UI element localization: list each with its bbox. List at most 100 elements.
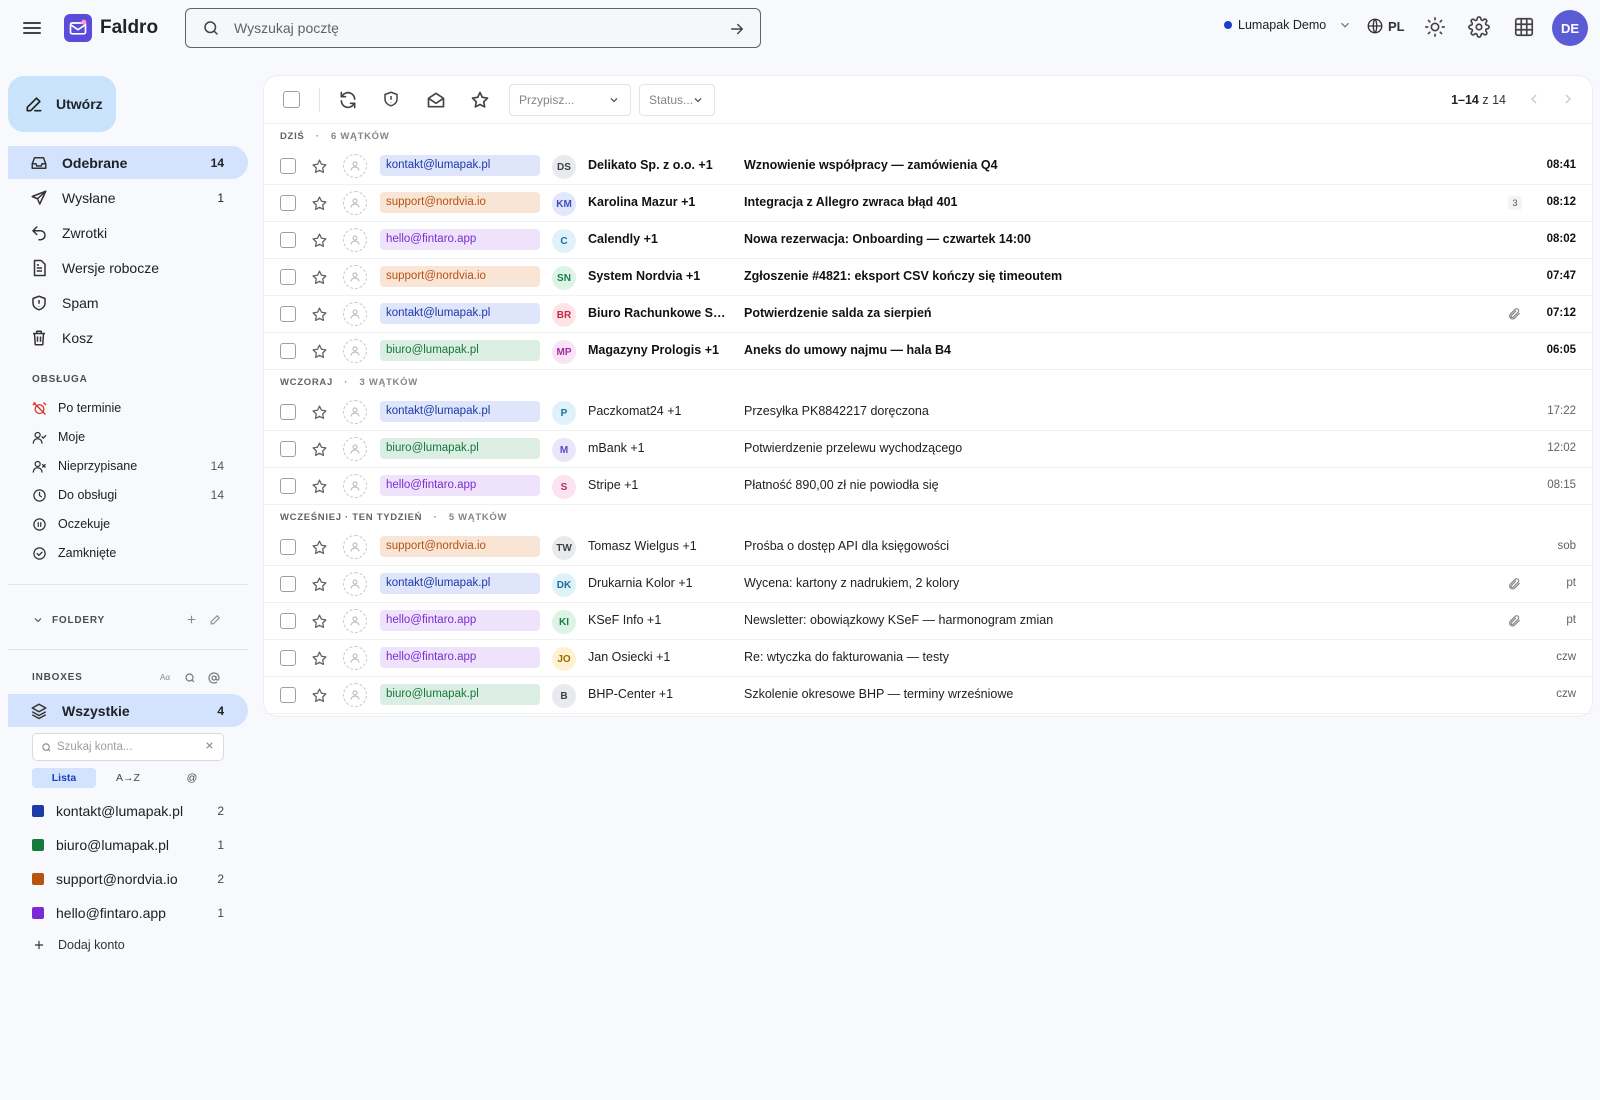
- row-checkbox[interactable]: [280, 441, 296, 457]
- service-item-closed[interactable]: Zamknięte: [8, 539, 248, 567]
- spam-shield-icon[interactable]: [382, 90, 402, 110]
- assign-user-icon[interactable]: [343, 154, 367, 178]
- nav-item-trash[interactable]: Kosz: [8, 321, 248, 354]
- message-row[interactable]: kontakt@lumapak.pl BR Biuro Rachunkowe Sal…: [264, 296, 1592, 333]
- row-checkbox[interactable]: [280, 687, 296, 703]
- assign-user-icon[interactable]: [343, 265, 367, 289]
- select-all-checkbox[interactable]: [283, 91, 300, 108]
- row-checkbox[interactable]: [280, 539, 296, 555]
- star-icon[interactable]: [311, 478, 328, 495]
- star-icon[interactable]: [311, 269, 328, 286]
- row-checkbox[interactable]: [280, 576, 296, 592]
- row-checkbox[interactable]: [280, 306, 296, 322]
- sort-text-icon[interactable]: Aα: [160, 673, 170, 682]
- message-row[interactable]: hello@fintaro.app C Calendly +1 Nowa rezerw…: [264, 222, 1592, 259]
- star-icon[interactable]: [311, 404, 328, 421]
- star-icon[interactable]: [311, 650, 328, 667]
- clear-icon[interactable]: [204, 740, 215, 751]
- search-bar[interactable]: [185, 8, 761, 48]
- add-folder-icon[interactable]: [185, 613, 198, 626]
- row-checkbox[interactable]: [280, 613, 296, 629]
- service-item-todo[interactable]: Do obsługi 14: [8, 481, 248, 509]
- star-icon[interactable]: [311, 613, 328, 630]
- theme-sun-icon[interactable]: [1424, 16, 1448, 40]
- message-row[interactable]: biuro@lumapak.pl B BHP-Center +1 Szkolenie …: [264, 677, 1592, 714]
- arrow-right-icon[interactable]: [728, 20, 746, 38]
- nav-item-spam[interactable]: Spam: [8, 286, 248, 319]
- row-checkbox[interactable]: [280, 158, 296, 174]
- message-row[interactable]: hello@fintaro.app JO Jan Osiecki +1 Re: wty…: [264, 640, 1592, 677]
- assign-user-icon[interactable]: [343, 228, 367, 252]
- assign-user-icon[interactable]: [343, 646, 367, 670]
- next-page-icon[interactable]: [1560, 91, 1576, 107]
- message-row[interactable]: kontakt@lumapak.pl DK Drukarnia Kolor +1 Wy…: [264, 566, 1592, 603]
- search-inbox-icon[interactable]: [184, 672, 196, 684]
- status-select[interactable]: Status...: [639, 84, 715, 116]
- star-icon[interactable]: [311, 306, 328, 323]
- message-row[interactable]: hello@fintaro.app KI KSeF Info +1 Newslette…: [264, 603, 1592, 640]
- inbox-all[interactable]: Wszystkie 4: [8, 694, 248, 727]
- nav-item-drafts[interactable]: Wersje robocze: [8, 251, 248, 284]
- nav-item-bounces[interactable]: Zwrotki: [8, 216, 248, 249]
- edit-folders-icon[interactable]: [209, 613, 222, 626]
- assign-user-icon[interactable]: [343, 572, 367, 596]
- account-item[interactable]: biuro@lumapak.pl 1: [32, 834, 224, 856]
- star-icon[interactable]: [470, 90, 490, 110]
- account-search-field[interactable]: Szukaj konta...: [32, 733, 224, 761]
- assign-user-icon[interactable]: [343, 474, 367, 498]
- star-icon[interactable]: [311, 576, 328, 593]
- account-item[interactable]: kontakt@lumapak.pl 2: [32, 800, 224, 822]
- compose-button[interactable]: Utwórz: [8, 76, 116, 132]
- star-icon[interactable]: [311, 441, 328, 458]
- message-row[interactable]: support@nordvia.io SN System Nordvia +1 Zgł…: [264, 259, 1592, 296]
- star-icon[interactable]: [311, 687, 328, 704]
- service-item-pending[interactable]: Oczekuje: [8, 510, 248, 538]
- account-item[interactable]: hello@fintaro.app 1: [32, 902, 224, 924]
- assign-user-icon[interactable]: [343, 683, 367, 707]
- search-input[interactable]: [234, 20, 714, 36]
- row-checkbox[interactable]: [280, 650, 296, 666]
- row-checkbox[interactable]: [280, 404, 296, 420]
- row-checkbox[interactable]: [280, 478, 296, 494]
- assign-user-icon[interactable]: [343, 437, 367, 461]
- assign-user-icon[interactable]: [343, 535, 367, 559]
- service-item-mine[interactable]: Moje: [8, 423, 248, 451]
- message-row[interactable]: biuro@lumapak.pl MP Magazyny Prologis +1 An…: [264, 333, 1592, 370]
- mark-read-envelope-icon[interactable]: [426, 90, 446, 110]
- star-icon[interactable]: [311, 195, 328, 212]
- row-checkbox[interactable]: [280, 269, 296, 285]
- message-row[interactable]: support@nordvia.io TW Tomasz Wielgus +1 Pro…: [264, 529, 1592, 566]
- message-row[interactable]: hello@fintaro.app S Stripe +1 Płatność 890,…: [264, 468, 1592, 505]
- star-icon[interactable]: [311, 343, 328, 360]
- row-checkbox[interactable]: [280, 195, 296, 211]
- service-item-unassigned[interactable]: Nieprzypisane 14: [8, 452, 248, 480]
- language-switcher[interactable]: PL: [1366, 17, 1405, 35]
- nav-item-sent[interactable]: Wysłane 1: [8, 181, 248, 214]
- assign-user-icon[interactable]: [343, 609, 367, 633]
- view-chip-az[interactable]: A→Z: [96, 768, 160, 788]
- at-sign-icon[interactable]: [208, 672, 220, 684]
- refresh-icon[interactable]: [338, 90, 358, 110]
- menu-icon[interactable]: [20, 16, 44, 40]
- user-avatar[interactable]: DE: [1552, 10, 1588, 46]
- view-chip-email[interactable]: @: [160, 768, 224, 788]
- message-row[interactable]: kontakt@lumapak.pl DS Delikato Sp. z o.o. …: [264, 148, 1592, 185]
- assign-user-icon[interactable]: [343, 400, 367, 424]
- apps-grid-icon[interactable]: [1513, 16, 1537, 40]
- assign-select[interactable]: Przypisz...: [509, 84, 631, 116]
- assign-user-icon[interactable]: [343, 339, 367, 363]
- service-item-overdue[interactable]: Po terminie: [8, 394, 248, 422]
- assign-user-icon[interactable]: [343, 191, 367, 215]
- row-checkbox[interactable]: [280, 343, 296, 359]
- star-icon[interactable]: [311, 232, 328, 249]
- message-row[interactable]: kontakt@lumapak.pl P Paczkomat24 +1 Przesył…: [264, 394, 1592, 431]
- workspace-switcher[interactable]: Lumapak Demo: [1224, 18, 1352, 32]
- star-icon[interactable]: [311, 158, 328, 175]
- star-icon[interactable]: [311, 539, 328, 556]
- add-account-button[interactable]: Dodaj konto: [32, 938, 125, 952]
- message-row[interactable]: biuro@lumapak.pl MmBank +1 Potwierdzenie p…: [264, 431, 1592, 468]
- message-row[interactable]: support@nordvia.io KM Karolina Mazur +1 Int…: [264, 185, 1592, 222]
- account-item[interactable]: support@nordvia.io 2: [32, 868, 224, 890]
- nav-item-inbox[interactable]: Odebrane 14: [8, 146, 248, 179]
- view-chip-list[interactable]: Lista: [32, 768, 96, 788]
